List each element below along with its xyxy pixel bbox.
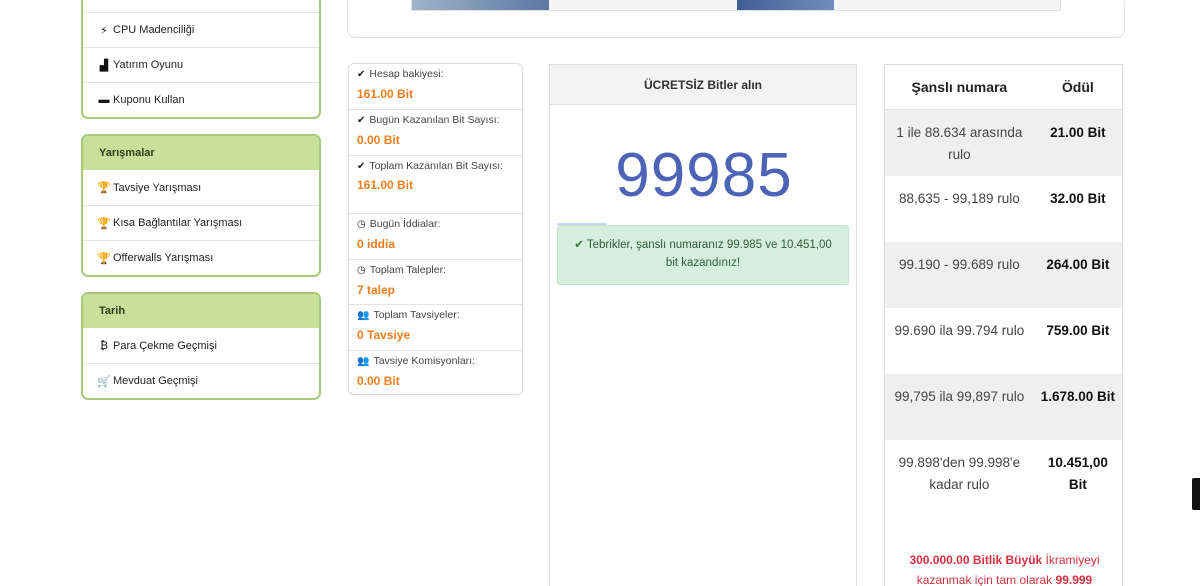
header-lucky-number: Şanslı numara (911, 79, 1008, 95)
row-range: 99.898'den 99.998'e kadar rulo (898, 455, 1021, 492)
check-circle-icon: ✔ (357, 161, 366, 172)
contests-heading: Yarışmalar (83, 136, 319, 170)
check-circle-icon: ✔ (357, 115, 366, 126)
stat-value: 7 talep (357, 283, 396, 297)
cursor-edge (1192, 478, 1200, 510)
stat-label: Toplam Kazanılan Bit Sayısı: (369, 160, 504, 172)
row-prize: 1.678.00 Bit (1040, 389, 1116, 404)
banner-photo-left (412, 0, 549, 10)
history-heading: Tarih (83, 294, 319, 328)
stat-label: Tavsiye Komisyonları: (373, 355, 475, 367)
sidebar-contests-card: Yarışmalar 🏆 Tavsiye Yarışması 🏆 Kısa Ba… (81, 134, 321, 277)
jackpot-note: 300.000.00 Bitlik Büyük İkramiyeyi kazan… (885, 550, 1122, 586)
table-row: 99.690 ila 99.794 rulo 759.00 Bit (885, 308, 1122, 374)
stat-total-referrals: 👥 Toplam Tavsiyeler: 0 Tavsiye (349, 304, 522, 350)
check-circle-icon: ✔ (574, 239, 584, 251)
table-row: 88,635 - 99,189 rulo 32.00 Bit (885, 176, 1122, 242)
sidebar-item-hidden (83, 0, 319, 12)
row-range: 99.690 ila 99.794 rulo (894, 323, 1025, 338)
sidebar-item-label: Para Çekme Geçmişi (113, 339, 217, 352)
sidebar-item-use-coupon[interactable]: ▬ Kuponu Kullan (83, 82, 319, 117)
row-prize: 264.00 Bit (1046, 257, 1110, 272)
chart-icon: ▟ (99, 59, 109, 72)
jackpot-number: 99.999 (1055, 573, 1093, 586)
banner-image[interactable] (411, 0, 1061, 11)
banner-photo-right (737, 0, 834, 10)
stat-value: 161.00 Bit (357, 87, 414, 101)
bolt-icon: ⚡ (100, 24, 108, 37)
sidebar-item-label: Tavsiye Yarışması (113, 181, 202, 194)
sidebar-item-withdrawal-history[interactable]: ₿ Para Çekme Geçmişi (83, 328, 319, 363)
prize-table: Şanslı numara Ödül 1 ile 88.634 arasında… (884, 64, 1123, 586)
trophy-icon: 🏆 (97, 182, 111, 194)
stat-label: Bugün İddialar: (369, 218, 441, 230)
banner-container (347, 0, 1125, 38)
sidebar-item-label: CPU Madenciliği (113, 24, 195, 36)
table-row: 99.190 - 99.689 rulo 264.00 Bit (885, 242, 1122, 308)
header-prize: Ödül (1061, 79, 1094, 95)
sidebar-item-label: Offerwalls Yarışması (113, 252, 214, 264)
success-alert: ✔ Tebrikler, şanslı numaranız 99.985 ve 1… (557, 225, 849, 285)
stat-value: 0.00 Bit (357, 374, 400, 388)
clock-icon: ◷ (357, 219, 366, 230)
sidebar-item-label: Kısa Bağlantılar Yarışması (113, 217, 243, 229)
stat-value: 0 Tavsiye (357, 328, 411, 342)
stat-balance: ✔ Hesap bakiyesi: 161.00 Bit (349, 64, 522, 109)
free-bits-panel: ÜCRETSİZ Bitler alın 99985 ✔ Tebrikler, ş… (549, 64, 857, 586)
stat-label: Toplam Tavsiyeler: (373, 309, 460, 321)
jackpot-amount: 300.000.00 Bitlik Büyük (909, 553, 1043, 567)
row-prize: 21.00 Bit (1050, 125, 1106, 140)
stat-label: Toplam Talepler: (369, 264, 446, 276)
stat-label: Bugün Kazanılan Bit Sayısı: (369, 114, 500, 126)
stat-label: Hesap bakiyesi: (369, 68, 444, 80)
row-range: 99,795 ila 99,897 rulo (894, 389, 1025, 404)
stat-value: 0.00 Bit (357, 133, 400, 147)
stat-total-earned: ✔ Toplam Kazanılan Bit Sayısı: 161.00 Bit (349, 155, 522, 213)
sidebar-item-label: Yatırım Oyunu (113, 59, 184, 71)
sidebar-item-investment-game[interactable]: ▟ Yatırım Oyunu (83, 47, 319, 82)
clock-icon: ◷ (357, 265, 366, 276)
row-range: 99.190 - 99.689 rulo (898, 257, 1020, 272)
row-range: 88,635 - 99,189 rulo (898, 191, 1020, 206)
row-prize: 759.00 Bit (1046, 323, 1110, 338)
stat-today-earned: ✔ Bugün Kazanılan Bit Sayısı: 0.00 Bit (349, 109, 522, 155)
sidebar-menu-card: ⚡ CPU Madenciliği ▟ Yatırım Oyunu ▬ Kupo… (81, 0, 321, 119)
stat-value: 161.00 Bit (357, 178, 414, 192)
sidebar-item-offerwalls-contest[interactable]: 🏆 Offerwalls Yarışması (83, 240, 319, 275)
row-prize: 10.451,00 Bit (1047, 455, 1108, 492)
free-bits-title: ÜCRETSİZ Bitler alın (550, 65, 856, 105)
account-stats-card: ✔ Hesap bakiyesi: 161.00 Bit ✔ Bugün Kazan… (348, 63, 523, 395)
sidebar-item-deposit-history[interactable]: 🛒 Mevduat Geçmişi (83, 363, 319, 398)
lucky-number-display: 99985 (615, 141, 793, 210)
stat-today-bets: ◷ Bugün İddialar: 0 iddia (349, 213, 522, 259)
sidebar-item-cpu-mining[interactable]: ⚡ CPU Madenciliği (83, 12, 319, 47)
success-message: Tebrikler, şanslı numaranız 99.985 ve 10… (586, 239, 832, 269)
users-icon: 👥 (357, 356, 370, 367)
row-range: 1 ile 88.634 arasında rulo (896, 125, 1023, 162)
sidebar-item-shortlinks-contest[interactable]: 🏆 Kısa Bağlantılar Yarışması (83, 205, 319, 240)
ticket-icon: ▬ (98, 94, 110, 106)
table-row: 1 ile 88.634 arasında rulo 21.00 Bit (885, 110, 1122, 176)
check-circle-icon: ✔ (357, 69, 366, 80)
row-prize: 32.00 Bit (1050, 191, 1106, 206)
prize-table-header: Şanslı numara Ödül (885, 65, 1122, 110)
stat-total-claims: ◷ Toplam Talepler: 7 talep (349, 259, 522, 304)
stat-referral-commissions: 👥 Tavsiye Komisyonları: 0.00 Bit (349, 350, 522, 394)
bitcoin-icon: ₿ (99, 339, 109, 352)
stat-value: 0 iddia (357, 237, 396, 251)
page: ⚡ CPU Madenciliği ▟ Yatırım Oyunu ▬ Kupo… (0, 0, 1200, 586)
users-icon: 👥 (357, 310, 370, 321)
sidebar-history-card: Tarih ₿ Para Çekme Geçmişi 🛒 Mevduat Geç… (81, 292, 321, 400)
table-row: 99,795 ila 99,897 rulo 1.678.00 Bit (885, 374, 1122, 440)
sidebar-item-referral-contest[interactable]: 🏆 Tavsiye Yarışması (83, 170, 319, 205)
cart-icon: 🛒 (97, 375, 111, 388)
table-row: 99.898'den 99.998'e kadar rulo 10.451,00… (885, 440, 1122, 528)
sidebar-item-label: Mevduat Geçmişi (113, 375, 198, 387)
trophy-icon: 🏆 (97, 217, 111, 230)
trophy-icon: 🏆 (97, 252, 111, 265)
sidebar-item-label: Kuponu Kullan (113, 94, 185, 106)
